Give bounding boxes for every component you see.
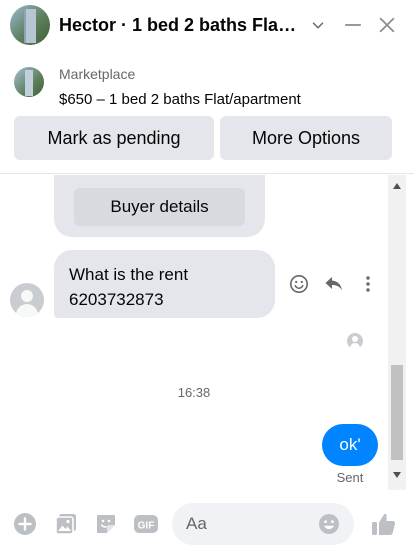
scroll-up-button[interactable] (388, 177, 406, 195)
triangle-up-icon (393, 183, 401, 189)
incoming-message-line-2: 6203732873 (69, 290, 164, 309)
listing-thumbnail[interactable] (14, 67, 44, 97)
sender-avatar[interactable] (10, 283, 44, 317)
scrollbar-thumb[interactable] (391, 365, 403, 460)
buyer-details-button[interactable]: Buyer details (74, 188, 245, 226)
more-options-button[interactable]: More Options (220, 116, 392, 160)
minimize-icon (344, 24, 362, 26)
emoji-picker-button[interactable] (318, 513, 340, 535)
reply-icon (325, 277, 342, 290)
reply-button[interactable] (323, 273, 345, 295)
marketplace-label: Marketplace (59, 66, 136, 82)
incoming-message-line-1: What is the rent (69, 265, 189, 284)
close-button[interactable] (374, 12, 400, 38)
chevron-down-icon (312, 22, 324, 29)
scroll-down-button[interactable] (388, 466, 406, 484)
mark-as-pending-button[interactable]: Mark as pending (14, 116, 214, 160)
more-actions-button[interactable] (357, 273, 379, 295)
message-scrollbar[interactable] (388, 175, 406, 490)
react-button[interactable] (288, 273, 310, 295)
thumbs-up-icon (372, 513, 396, 535)
gif-icon: GIF (134, 515, 158, 533)
chat-title[interactable]: Hector · 1 bed 2 baths Flat/apartment (59, 15, 299, 36)
outgoing-message-bubble[interactable]: ok' (322, 424, 378, 466)
more-vertical-icon (366, 276, 370, 292)
smiley-icon (290, 275, 308, 293)
message-timestamp: 16:38 (177, 385, 211, 400)
sent-status: Sent (336, 470, 364, 485)
chat-header: Hector · 1 bed 2 baths Flat/apartment (0, 0, 414, 52)
message-composer: GIF (0, 497, 414, 553)
chevron-down-button[interactable] (305, 12, 331, 38)
svg-text:GIF: GIF (138, 521, 155, 532)
gif-button[interactable]: GIF (133, 511, 159, 537)
attach-photo-button[interactable] (53, 511, 79, 537)
like-button[interactable] (369, 511, 399, 537)
seen-indicator-avatar (347, 333, 363, 349)
triangle-down-icon (393, 472, 401, 478)
listing-card: Marketplace $650 – 1 bed 2 baths Flat/ap… (0, 56, 414, 174)
close-icon (379, 17, 395, 33)
incoming-message-bubble[interactable]: What is the rent 6203732873 (54, 250, 275, 318)
sticker-icon (97, 515, 115, 533)
more-actions-plus-button[interactable] (12, 511, 38, 537)
emoji-icon (319, 514, 339, 534)
minimize-button[interactable] (340, 12, 366, 38)
sticker-button[interactable] (93, 511, 119, 537)
listing-price-title[interactable]: $650 – 1 bed 2 baths Flat/apartment (59, 91, 301, 108)
listing-avatar[interactable] (10, 5, 50, 45)
plus-circle-icon (14, 513, 36, 535)
message-thread[interactable]: Buyer details What is the rent 620373287… (0, 175, 414, 490)
photo-icon (55, 514, 76, 535)
